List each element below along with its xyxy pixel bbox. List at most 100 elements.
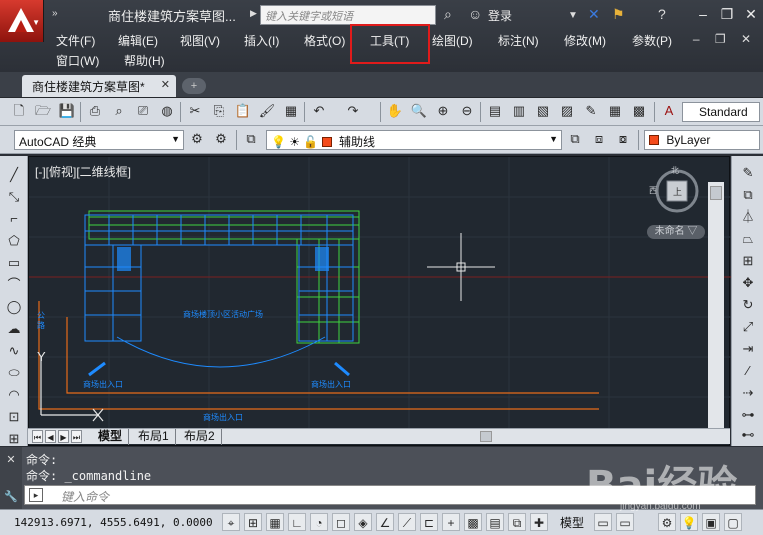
print-preview-icon[interactable]: ⌕ (110, 102, 128, 120)
spline-icon[interactable]: ∿ (3, 342, 25, 360)
application-menu-button[interactable]: ▼ (0, 0, 44, 42)
minimize-button[interactable]: – (691, 4, 715, 24)
named-view-dropdown[interactable]: 未命名 ▽ (647, 225, 705, 239)
mirror-icon[interactable]: ⏃ (737, 208, 759, 226)
scale-icon[interactable]: ⤢ (737, 318, 759, 336)
color-control-dropdown[interactable]: ByLayer (644, 130, 760, 150)
markup-icon[interactable]: ✎ (582, 102, 600, 120)
menu-parametric[interactable]: 参数(P) (632, 32, 672, 49)
menu-window[interactable]: 窗口(W) (56, 52, 99, 69)
pan-icon[interactable]: ✋ (386, 102, 404, 120)
workspace-settings-icon[interactable]: ⚙ (188, 130, 206, 148)
grid-display-icon[interactable]: ▦ (266, 513, 284, 531)
snap-mode-icon[interactable]: ⊞ (244, 513, 262, 531)
menu-help[interactable]: 帮助(H) (124, 52, 165, 69)
connect-icon[interactable]: ⚑ (612, 6, 625, 23)
insert-block-icon[interactable]: ⊡ (3, 408, 25, 426)
array-icon[interactable]: ⊞ (737, 252, 759, 270)
design-center-icon[interactable]: ▥ (510, 102, 528, 120)
horizontal-scroll-thumb[interactable] (480, 431, 492, 442)
stretch-icon[interactable]: ⇥ (737, 340, 759, 358)
text-style-dropdown[interactable]: Standard (682, 102, 760, 122)
search-input[interactable]: 键入关键字或短语 (260, 5, 436, 25)
ellipse-icon[interactable]: ⬭ (3, 364, 25, 382)
object-snap-icon[interactable]: ◻ (332, 513, 350, 531)
new-file-icon[interactable]: 🗋 (10, 102, 28, 120)
menu-insert[interactable]: 插入(I) (244, 32, 279, 49)
publish-icon[interactable]: ⎚ (134, 102, 152, 120)
clean-screen-icon[interactable]: ▢ (724, 513, 742, 531)
vertical-scrollbar[interactable] (708, 182, 724, 428)
command-prompt-icon[interactable]: ▸ (29, 488, 43, 502)
ortho-mode-icon[interactable]: ∟ (288, 513, 306, 531)
polyline-icon[interactable]: ⌐ (3, 210, 25, 228)
break-icon[interactable]: ⊶ (737, 406, 759, 424)
annotation-monitor-icon[interactable]: ✚ (530, 513, 548, 531)
zoom-previous-icon[interactable]: ⊖ (458, 102, 476, 120)
exchange-icon[interactable]: ✕ (588, 6, 600, 23)
help-icon[interactable]: ? (658, 6, 666, 22)
open-folder-icon[interactable]: 🗁 (34, 102, 52, 120)
sheet-set-icon[interactable]: ▨ (558, 102, 576, 120)
menu-draw[interactable]: 绘图(D) (432, 32, 473, 49)
object-snap-tracking-icon[interactable]: ∠ (376, 513, 394, 531)
menu-modify[interactable]: 修改(M) (564, 32, 606, 49)
close-tab-icon[interactable]: ✕ (161, 78, 170, 91)
make-current-layer-icon[interactable]: ⧉ (566, 130, 584, 148)
tab-layout2[interactable]: 布局2 (178, 429, 222, 445)
command-window-handle[interactable]: ✕ 🔧 (0, 447, 22, 509)
infer-constraints-icon[interactable]: ⌖ (222, 513, 240, 531)
3d-dwf-icon[interactable]: ◍ (158, 102, 176, 120)
erase-icon[interactable]: ✎ (737, 164, 759, 182)
login-button[interactable]: 登录 (488, 7, 512, 24)
model-space-canvas[interactable]: [-][俯视][二维线框] 商场楼顶小区活动广场 商场出入口 商场出入口 商场出… (28, 156, 731, 446)
document-window-controls[interactable]: – ❐ ✕ (693, 32, 757, 46)
binoculars-icon[interactable]: ⌕ (444, 6, 452, 23)
rotate-icon[interactable]: ↻ (737, 296, 759, 314)
tab-layout1[interactable]: 布局1 (132, 429, 176, 445)
workspace-switch-icon[interactable]: ⚙ (658, 513, 676, 531)
user-icon[interactable]: ☺ (468, 6, 482, 22)
first-layout-button[interactable]: ⏮ (32, 430, 43, 443)
move-icon[interactable]: ✥ (737, 274, 759, 292)
save-icon[interactable]: 💾 (58, 102, 76, 120)
quick-access-more-button[interactable]: » (52, 8, 58, 19)
quickcalc-icon[interactable]: ▦ (606, 102, 624, 120)
line-icon[interactable]: ╱ (3, 166, 25, 184)
block-editor-icon[interactable]: ▦ (282, 102, 300, 120)
menu-format[interactable]: 格式(O) (304, 32, 345, 49)
3d-object-snap-icon[interactable]: ◈ (354, 513, 372, 531)
new-tab-button[interactable]: + (182, 78, 206, 94)
offset-icon[interactable]: ⏢ (737, 230, 759, 248)
restore-button[interactable]: ❐ (715, 4, 739, 24)
redo-icon[interactable]: ↷ (344, 102, 362, 120)
customize-command-icon[interactable]: 🔧 (0, 490, 22, 503)
copy-icon[interactable]: ⎘ (210, 102, 228, 120)
model-space-toggle[interactable]: 模型 (560, 514, 584, 531)
close-command-window-icon[interactable]: ✕ (0, 453, 22, 466)
match-properties-icon[interactable]: 🖌 (258, 102, 276, 120)
properties-icon[interactable]: ▤ (486, 102, 504, 120)
next-layout-button[interactable]: ▶ (58, 430, 69, 443)
selection-cycling-icon[interactable]: ⧉ (508, 513, 526, 531)
zoom-window-icon[interactable]: ⊕ (434, 102, 452, 120)
print-icon[interactable]: ⎙ (86, 102, 104, 120)
trim-icon[interactable]: ⁄ (737, 362, 759, 380)
vertical-scroll-thumb[interactable] (710, 186, 722, 200)
hardware-acceleration-icon[interactable]: ▣ (702, 513, 720, 531)
make-block-icon[interactable]: ⊞ (3, 430, 25, 448)
paste-icon[interactable]: 📋 (234, 102, 252, 120)
layer-dropdown[interactable]: 💡 ☀ 🔓 辅助线 ▼ (266, 130, 562, 150)
quick-view-drawings-icon[interactable]: ▭ (616, 513, 634, 531)
menu-edit[interactable]: 编辑(E) (118, 32, 158, 49)
last-layout-button[interactable]: ⏭ (71, 430, 82, 443)
lineweight-icon[interactable]: + (442, 513, 460, 531)
rectangle-icon[interactable]: ▭ (3, 254, 25, 272)
workspace-dropdown[interactable]: AutoCAD 经典 ▼ (14, 130, 184, 150)
copy-object-icon[interactable]: ⧉ (737, 186, 759, 204)
dynamic-input-icon[interactable]: ⊏ (420, 513, 438, 531)
cut-icon[interactable]: ✂ (186, 102, 204, 120)
menu-file[interactable]: 文件(F) (56, 32, 95, 49)
document-tab[interactable]: 商住楼建筑方案草图* ✕ (22, 75, 176, 97)
construction-line-icon[interactable]: ⤡ (3, 188, 25, 206)
